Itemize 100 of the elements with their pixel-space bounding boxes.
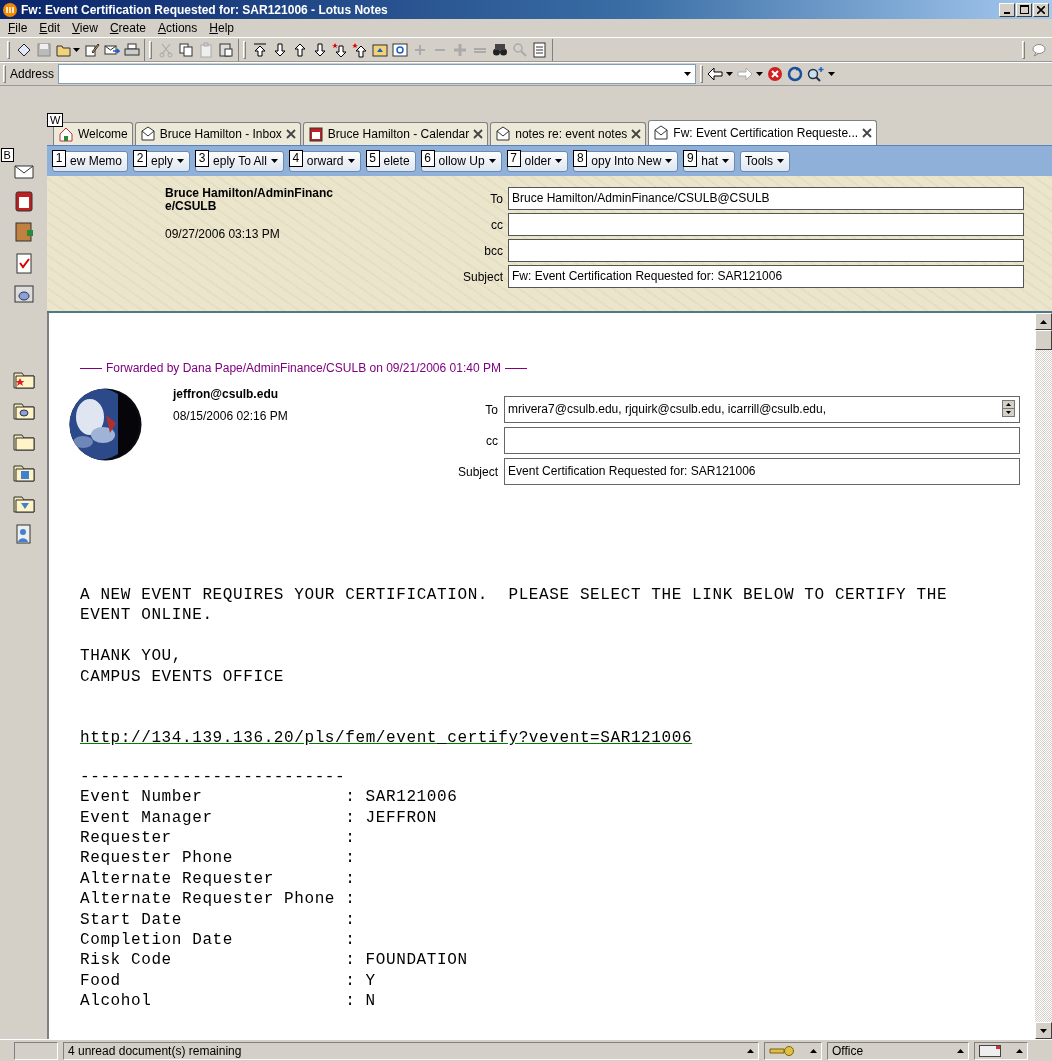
menu-item[interactable]: Create (103, 21, 152, 35)
pencil-icon[interactable] (84, 41, 100, 58)
certify-link[interactable]: http://134.139.136.20/pls/fem/event_certify?vevent=SAR121006 (80, 728, 693, 749)
caret-icon (726, 71, 734, 76)
app-icon (3, 2, 17, 17)
action-button[interactable]: Tools (740, 150, 791, 172)
input-field[interactable]: Event Certification Requested for: SAR121006 (504, 458, 1021, 485)
input-field[interactable]: Bruce Hamilton/AdminFinance/CSULB@CSULB (508, 187, 1024, 210)
detail-value: : FOUNDATION (345, 950, 468, 971)
speech-bubble-icon[interactable] (1031, 41, 1047, 58)
tab[interactable]: Bruce Hamilton - Inbox (134, 122, 301, 145)
detail-label: Alternate Requester (80, 868, 275, 890)
action-button[interactable]: 6 ollow Up (420, 150, 502, 172)
action-button[interactable]: 8 opy Into New (573, 150, 679, 172)
caret-icon (828, 71, 836, 76)
field-label: cc (485, 433, 499, 448)
refresh-icon[interactable] (787, 65, 804, 82)
action-button[interactable]: 7 older (506, 150, 569, 172)
shortcut-key: 6 (420, 149, 435, 167)
close-icon[interactable] (631, 129, 642, 139)
field-label: To (489, 191, 503, 206)
shortcut-key: 4 (288, 149, 303, 167)
menu-item[interactable]: Help (203, 21, 240, 35)
tab[interactable]: notes re: event notes (490, 122, 647, 145)
scrollbar[interactable] (1035, 313, 1052, 1039)
star-up-icon[interactable] (352, 41, 368, 58)
detail-label: Requester (80, 828, 173, 849)
menu-item[interactable]: Actions (151, 21, 204, 35)
maximize-button[interactable] (1016, 2, 1032, 17)
close-icon[interactable] (285, 129, 296, 139)
status-message[interactable]: 4 unread document(s) remaining (63, 1041, 759, 1060)
up-arrow-icon[interactable] (292, 41, 308, 58)
input-field[interactable] (508, 239, 1024, 262)
action-button[interactable]: 9 hat (683, 150, 735, 172)
refresh-icon[interactable] (392, 41, 408, 58)
action-button[interactable]: 4 orward (288, 150, 361, 172)
detail-value: : (345, 868, 356, 890)
action-button[interactable]: 5 elete (365, 150, 416, 172)
inbox-icon[interactable] (979, 1044, 1001, 1057)
address-field[interactable] (58, 63, 697, 84)
close-button[interactable] (1033, 2, 1049, 17)
key-icon[interactable] (769, 1045, 795, 1056)
printer-icon[interactable] (124, 41, 140, 58)
shortcut-key: 2 (133, 149, 147, 167)
message-line: THANK YOU, (80, 646, 183, 667)
down-arrow-icon[interactable] (272, 41, 288, 58)
action-button[interactable]: 2 eply (133, 150, 191, 172)
input-field[interactable]: mrivera7@csulb.edu, rjquirk@csulb.edu, icarrill@csulb.edu, (504, 396, 1021, 423)
caret-icon (1040, 319, 1047, 324)
top-arrow-icon[interactable] (252, 41, 268, 58)
mail-status-button[interactable] (974, 1041, 1028, 1060)
envelope-icon (495, 126, 512, 142)
location-selector[interactable]: Office (827, 1041, 969, 1060)
shortcut-key: B (0, 148, 14, 162)
address-label: Address (10, 66, 55, 81)
menu-item[interactable]: File (2, 21, 34, 35)
search-plus-icon[interactable] (807, 65, 826, 82)
shortcut-key: W (47, 113, 64, 127)
spinner-icon[interactable] (1002, 400, 1016, 417)
stop-icon[interactable] (767, 65, 784, 82)
paste-icon[interactable] (218, 41, 234, 58)
detail-value: : N (345, 991, 376, 1012)
security-button[interactable] (764, 1041, 822, 1060)
shortcut-key: 7 (506, 149, 521, 167)
date: 08/15/2006 02:16 PM (173, 409, 289, 423)
window-title: Fw: Event Certification Requested for: SAR121006 - Lotus Notes (21, 2, 389, 17)
tab[interactable]: Bruce Hamilton - Calendar (302, 122, 489, 145)
status-panel (14, 1041, 58, 1060)
shortcut-key: 1 (52, 149, 66, 167)
envelope-icon (653, 125, 670, 141)
message-line: A NEW EVENT REQUIRES YOUR CERTIFICATION. PLEASE SELECT THE LINK BELOW TO CERTIFY THE (80, 585, 949, 606)
new-icon[interactable] (16, 41, 32, 58)
input-field[interactable]: Fw: Event Certification Requested for: SAR121006 (508, 265, 1024, 288)
back-icon[interactable] (707, 66, 724, 81)
detail-label: Risk Code (80, 950, 173, 971)
caret-icon (1040, 1028, 1047, 1033)
binoculars-icon[interactable] (492, 41, 508, 58)
menu-item[interactable]: Edit (33, 21, 67, 35)
copy-icon[interactable] (178, 41, 194, 58)
detail-value: : (345, 930, 356, 951)
action-button[interactable]: 1 ew Memo (52, 150, 128, 172)
star-down-icon[interactable] (332, 41, 348, 58)
scroll-thumb[interactable] (1035, 330, 1052, 350)
minimize-button[interactable] (999, 2, 1015, 17)
down-arrow-icon[interactable] (312, 41, 328, 58)
clipboard-icon[interactable] (198, 41, 214, 58)
action-button[interactable]: 3 eply To All (195, 150, 284, 172)
close-icon[interactable] (862, 128, 873, 138)
detail-value: : JEFFRON (345, 807, 437, 829)
input-field[interactable] (508, 213, 1024, 236)
menu-item[interactable]: View (66, 21, 104, 35)
close-icon[interactable] (473, 129, 484, 139)
caret-icon (756, 71, 764, 76)
input-field[interactable] (504, 427, 1021, 454)
message-line: CAMPUS EVENTS OFFICE (80, 666, 286, 687)
field-label: bcc (483, 243, 503, 258)
detail-value: : SAR121006 (345, 787, 458, 808)
form-icon[interactable] (532, 41, 548, 58)
tab[interactable]: Fw: Event Certification Requeste... (648, 120, 878, 145)
shortcut-key: 9 (683, 149, 698, 167)
